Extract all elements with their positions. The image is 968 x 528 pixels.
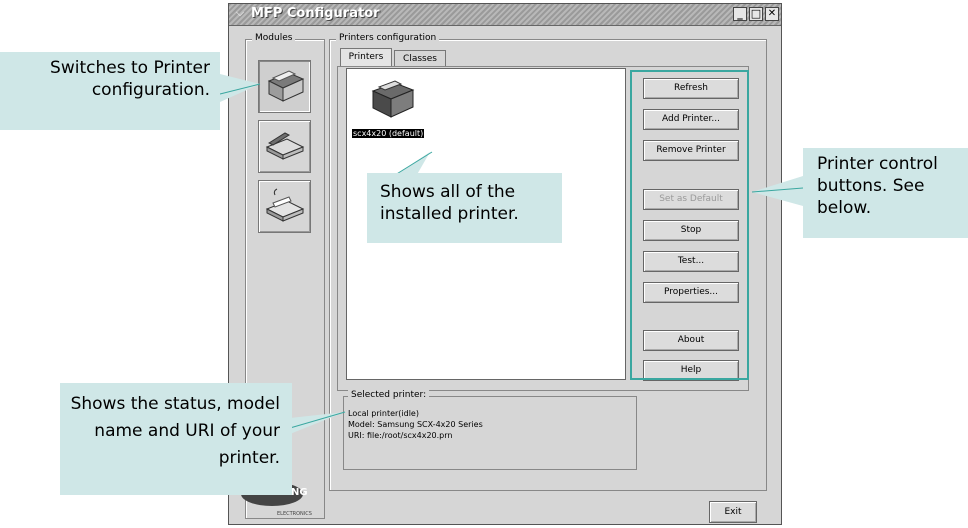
callout-text: Shows all of the installed printer. bbox=[380, 182, 519, 224]
tab-printers[interactable]: Printers bbox=[340, 48, 392, 67]
callout-text: Printer control buttons. See below. bbox=[817, 154, 938, 218]
printer-icon bbox=[267, 70, 305, 102]
tab-classes[interactable]: Classes bbox=[394, 50, 446, 67]
control-buttons-highlight bbox=[630, 70, 749, 380]
exit-button[interactable]: Exit bbox=[709, 501, 757, 523]
printers-configuration-label: Printers configuration bbox=[336, 33, 440, 43]
close-button[interactable]: ✕ bbox=[765, 7, 779, 21]
callout-text: Switches to Printer configuration. bbox=[50, 58, 210, 100]
title-bar[interactable]: ⌵ MFP Configurator _ □ ✕ bbox=[229, 4, 781, 26]
minimize-button[interactable]: _ bbox=[733, 7, 747, 21]
window-title: MFP Configurator bbox=[251, 6, 380, 21]
callout-control-buttons: Printer control buttons. See below. bbox=[803, 148, 968, 238]
logo-text: NG bbox=[291, 487, 308, 498]
module-scanner-button[interactable] bbox=[258, 120, 311, 173]
fax-icon bbox=[265, 188, 305, 222]
printer-icon bbox=[371, 80, 415, 118]
window-menu-icon[interactable]: ⌵ bbox=[233, 6, 247, 20]
selected-printer-label: Selected printer: bbox=[348, 390, 430, 400]
callout-installed-printers: Shows all of the installed printer. bbox=[367, 173, 562, 243]
callout-status: Shows the status, model name and URI of … bbox=[60, 383, 292, 495]
list-item[interactable]: scx4x20 (default) bbox=[347, 69, 437, 149]
maximize-button[interactable]: □ bbox=[749, 7, 763, 21]
printer-model: Model: Samsung SCX-4x20 Series bbox=[348, 420, 483, 429]
callout-text: Shows the status, model name and URI of … bbox=[70, 394, 280, 468]
scanner-icon bbox=[265, 132, 305, 160]
selected-printer-panel: Selected printer: Local printer(idle) Mo… bbox=[343, 390, 637, 470]
printer-name: scx4x20 (default) bbox=[352, 129, 425, 138]
modules-label: Modules bbox=[252, 33, 296, 43]
module-printer-button[interactable] bbox=[258, 60, 311, 113]
logo-subtext: ELECTRONICS bbox=[277, 511, 312, 517]
callout-switches-to-printer: Switches to Printer configuration. bbox=[0, 52, 220, 130]
printer-uri: URI: file:/root/scx4x20.prn bbox=[348, 431, 453, 440]
printer-status: Local printer(idle) bbox=[348, 409, 419, 418]
module-fax-button[interactable] bbox=[258, 180, 311, 233]
